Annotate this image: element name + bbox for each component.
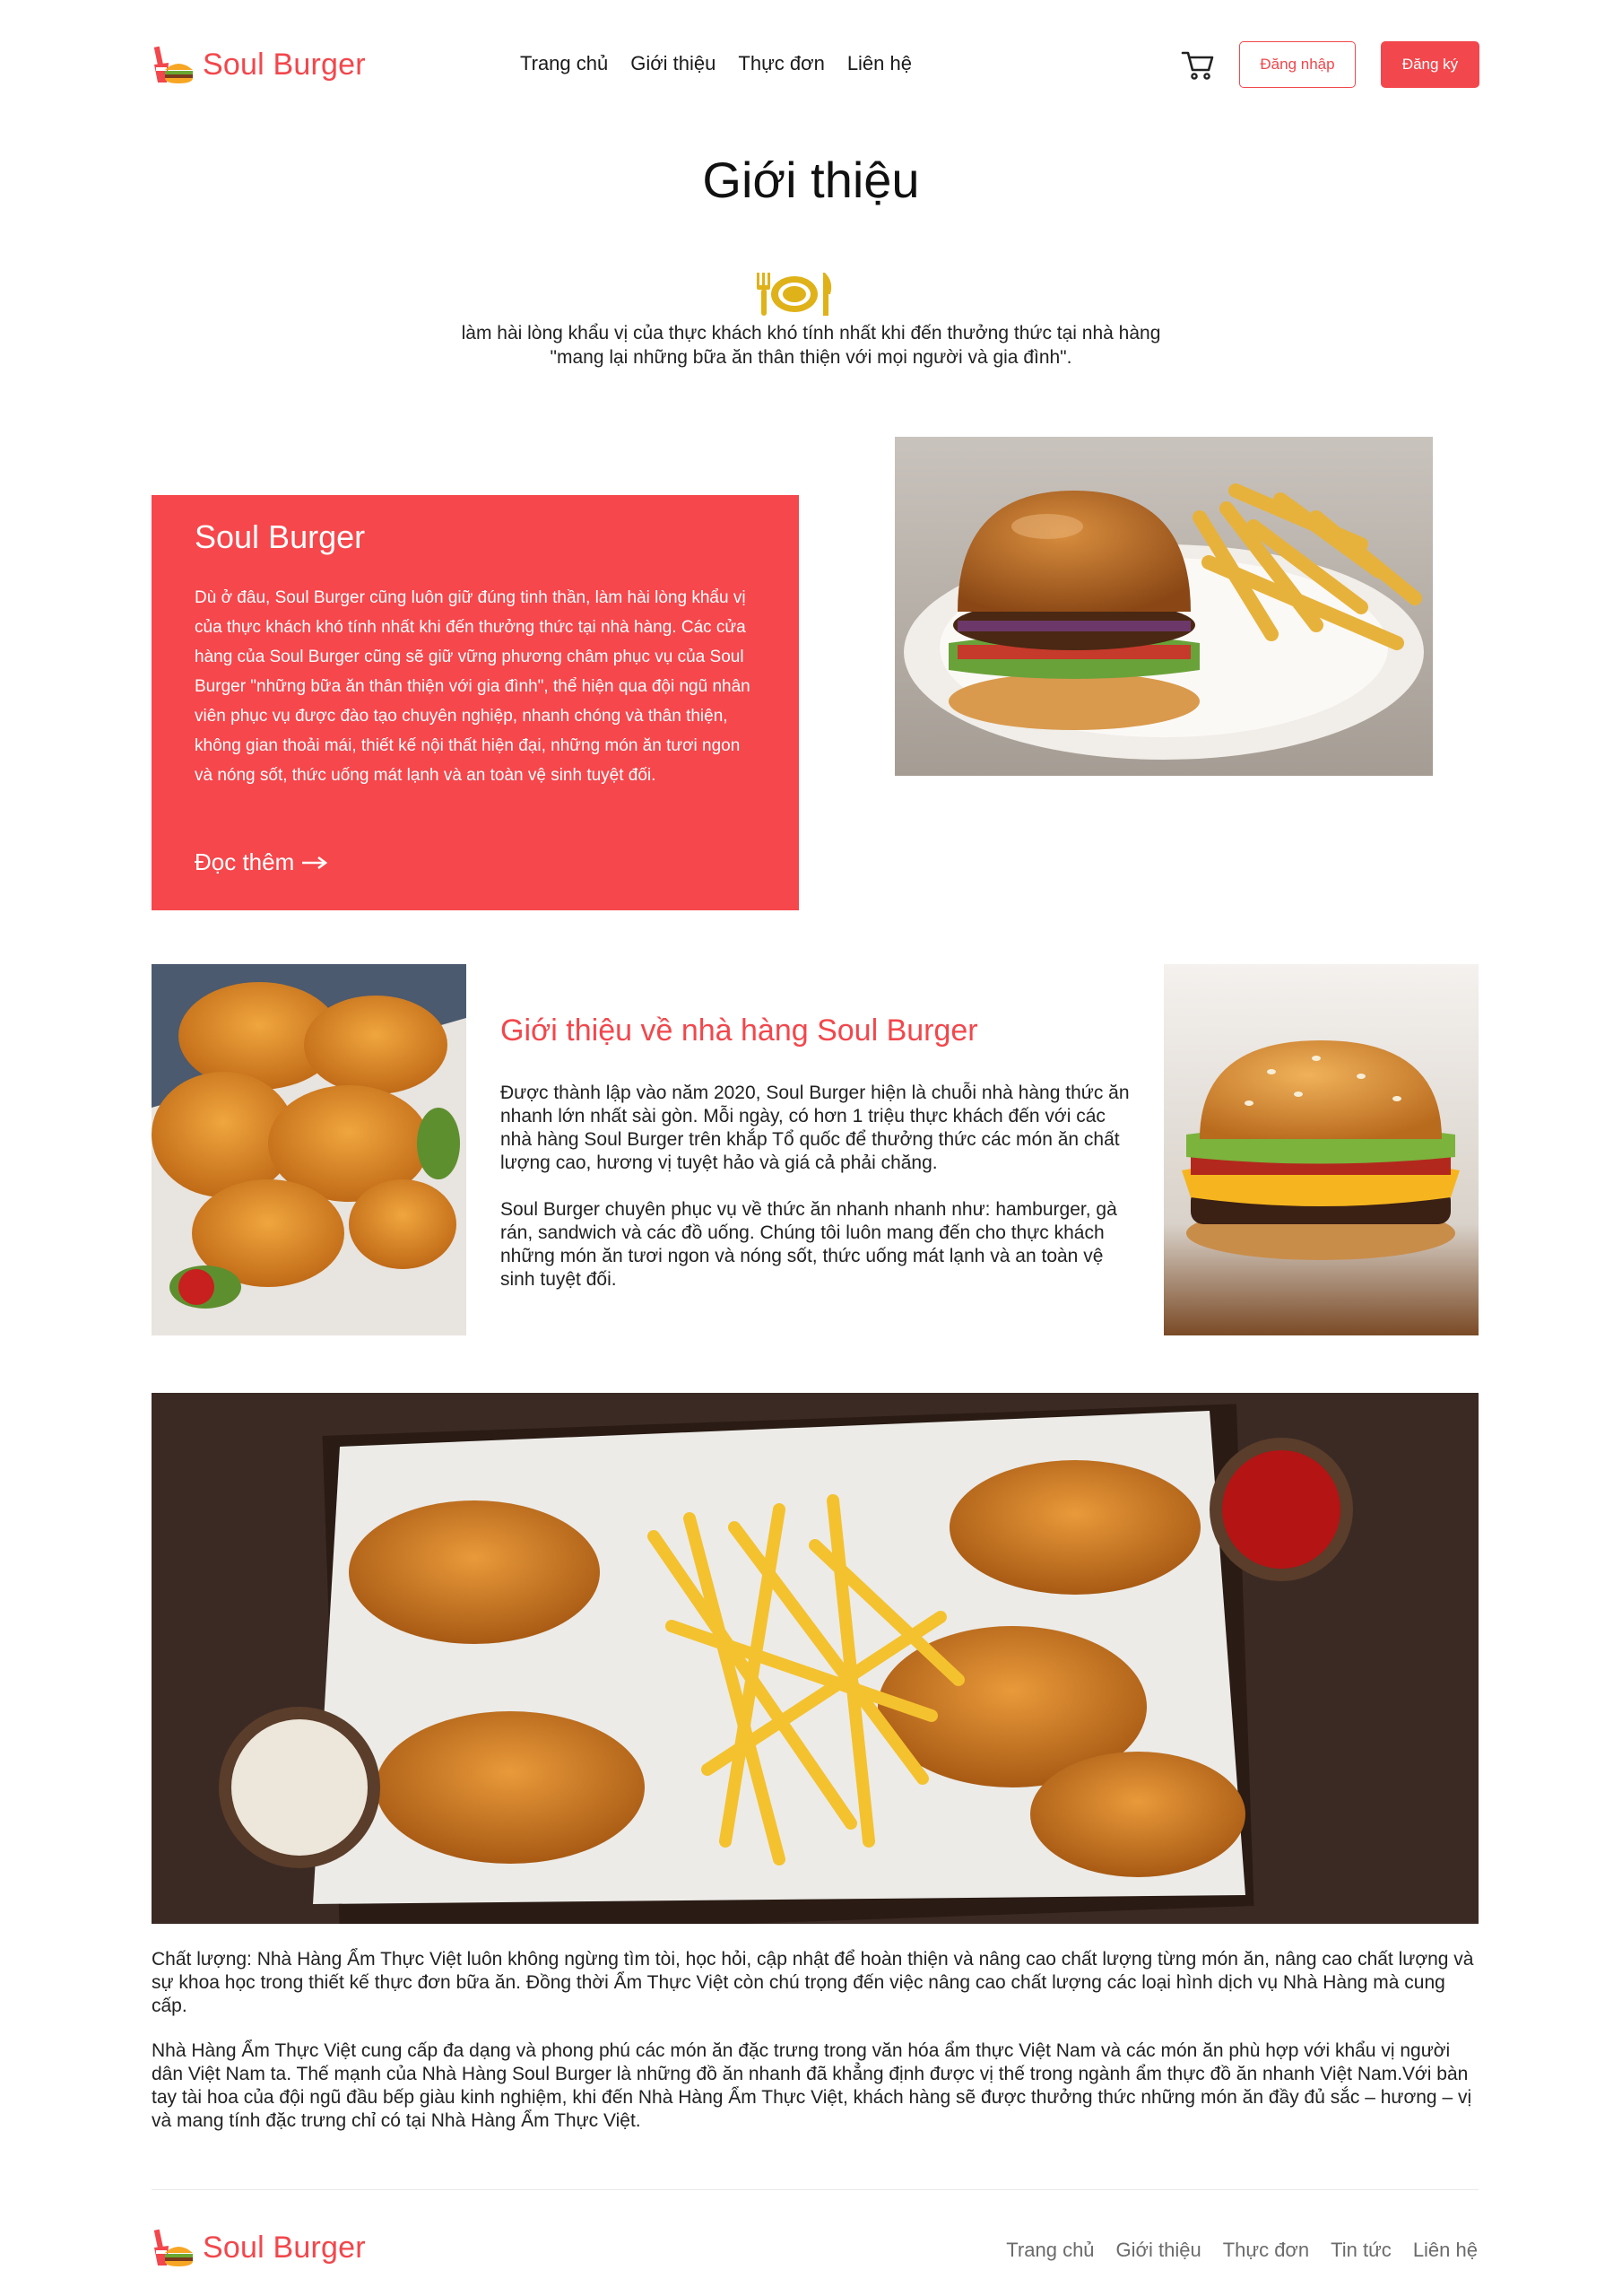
main-nav: Trang chủ Giới thiệu Thực đơn Liên hệ <box>520 52 912 75</box>
register-button[interactable]: Đăng ký <box>1381 41 1479 88</box>
footer-nav-news[interactable]: Tin tức <box>1331 2239 1392 2262</box>
cheeseburger-image <box>1164 964 1479 1335</box>
arrow-right-icon <box>302 856 328 869</box>
burger-logo-icon <box>153 2229 193 2266</box>
footer-divider <box>152 2189 1479 2190</box>
footer-nav-home[interactable]: Trang chủ <box>1006 2239 1094 2262</box>
intro-text: làm hài lòng khẩu vị của thực khách khó … <box>461 323 1161 368</box>
nav-about[interactable]: Giới thiệu <box>630 52 716 75</box>
bottom-text: Chất lượng: Nhà Hàng Ẩm Thực Việt luôn k… <box>152 1949 1474 2131</box>
brand-name: Soul Burger <box>203 47 366 82</box>
footer-nav-about[interactable]: Giới thiệu <box>1116 2239 1201 2262</box>
footer-nav: Trang chủ Giới thiệu Thực đơn Tin tức Li… <box>1006 2239 1478 2262</box>
login-button[interactable]: Đăng nhập <box>1239 41 1356 88</box>
brand-card: Soul Burger Dù ở đâu, Soul Burger cũng l… <box>152 495 799 910</box>
brand-logo[interactable]: Soul Burger <box>151 43 366 86</box>
footer-nav-contact[interactable]: Liên hệ <box>1413 2239 1478 2262</box>
chicken-fries-platter-image <box>152 1393 1479 1924</box>
nav-menu[interactable]: Thực đơn <box>738 52 824 75</box>
dish-cutlery-icon <box>757 273 832 316</box>
about-text: Được thành lập vào năm 2020, Soul Burger… <box>500 1083 1130 1290</box>
about-title: Giới thiệu về nhà hàng Soul Burger <box>500 1013 978 1048</box>
cart-icon[interactable] <box>1180 48 1216 81</box>
burger-logo-icon <box>153 46 193 83</box>
nav-contact[interactable]: Liên hệ <box>847 52 912 75</box>
site-header: Soul Burger Trang chủ Giới thiệu Thực đơ… <box>151 39 1479 90</box>
card-text: Dù ở đâu, Soul Burger cũng luôn giữ đúng… <box>195 588 750 785</box>
nav-home[interactable]: Trang chủ <box>520 52 608 75</box>
page-title: Giới thiệu <box>702 152 920 208</box>
fried-chicken-image <box>152 964 466 1335</box>
site-footer: Soul Burger Trang chủ Giới thiệu Thực đơ… <box>151 2226 1478 2276</box>
footer-brand-logo[interactable]: Soul Burger <box>151 2226 366 2269</box>
card-title: Soul Burger <box>195 518 366 555</box>
burger-fries-image <box>895 437 1433 776</box>
footer-brand-name: Soul Burger <box>203 2230 366 2265</box>
read-more-link[interactable]: Đọc thêm <box>195 848 328 876</box>
footer-nav-menu[interactable]: Thực đơn <box>1223 2239 1309 2262</box>
